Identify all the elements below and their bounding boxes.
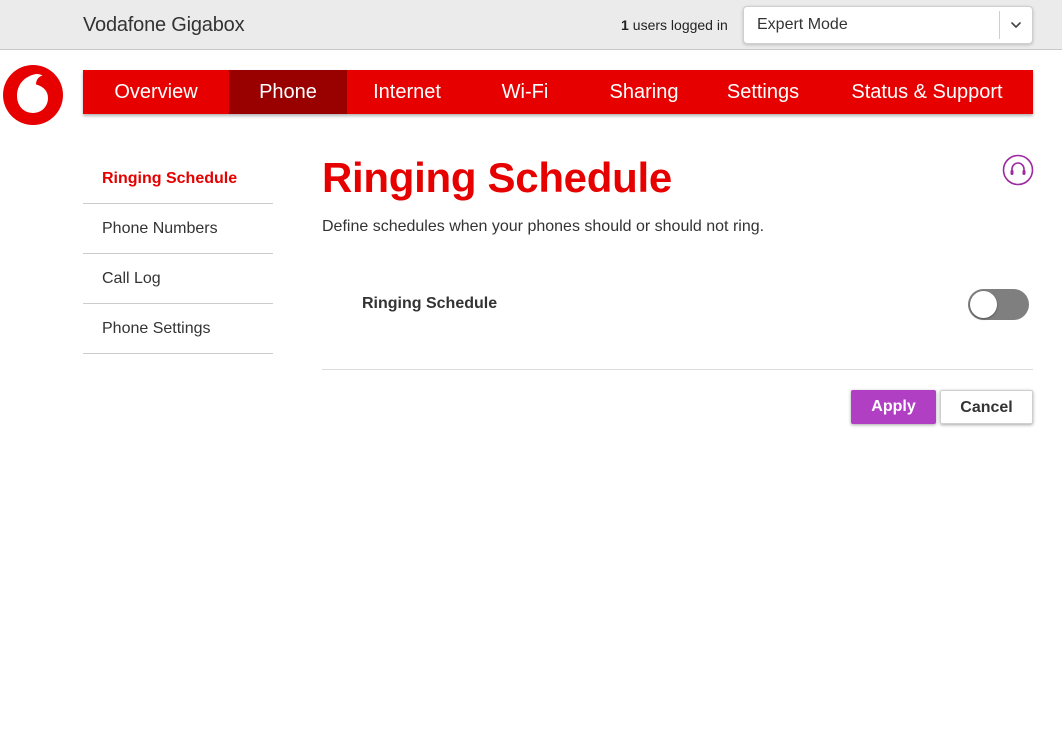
users-count: 1 [621, 17, 629, 33]
apply-button[interactable]: Apply [851, 390, 936, 424]
nav-sharing[interactable]: Sharing [583, 70, 705, 114]
nav-wifi[interactable]: Wi-Fi [467, 70, 583, 114]
chevron-down-icon[interactable] [1008, 18, 1024, 32]
mode-select-value: Expert Mode [757, 16, 848, 33]
nav-status-support[interactable]: Status & Support [821, 70, 1033, 114]
main-nav: Overview Phone Internet Wi-Fi Sharing Se… [83, 70, 1033, 114]
sidebar: Ringing Schedule Phone Numbers Call Log … [83, 154, 273, 354]
sidebar-item-phone-numbers[interactable]: Phone Numbers [83, 204, 273, 254]
content-divider [322, 369, 1033, 370]
nav-phone[interactable]: Phone [229, 70, 347, 114]
ringing-schedule-label: Ringing Schedule [362, 295, 498, 312]
app-title: Vodafone Gigabox [83, 14, 245, 36]
ringing-schedule-toggle[interactable] [968, 289, 1029, 320]
page-description: Define schedules when your phones should… [322, 218, 765, 235]
users-text: users logged in [632, 17, 728, 33]
nav-internet[interactable]: Internet [347, 70, 467, 114]
mode-select-separator [999, 11, 1000, 39]
sidebar-item-ringing-schedule[interactable]: Ringing Schedule [83, 154, 273, 204]
vodafone-logo-icon[interactable] [3, 65, 63, 125]
nav-settings[interactable]: Settings [705, 70, 821, 114]
help-headset-icon[interactable] [1002, 154, 1034, 186]
sidebar-item-phone-settings[interactable]: Phone Settings [83, 304, 273, 354]
toggle-knob [970, 291, 997, 318]
mode-select[interactable]: Expert Mode [743, 6, 1033, 44]
users-logged-in: 1 users logged in [621, 17, 728, 33]
nav-overview[interactable]: Overview [83, 70, 229, 114]
cancel-button[interactable]: Cancel [940, 390, 1033, 424]
top-bar: Vodafone Gigabox 1 users logged in Expert… [0, 0, 1062, 50]
page-title: Ringing Schedule [322, 154, 672, 201]
sidebar-item-call-log[interactable]: Call Log [83, 254, 273, 304]
